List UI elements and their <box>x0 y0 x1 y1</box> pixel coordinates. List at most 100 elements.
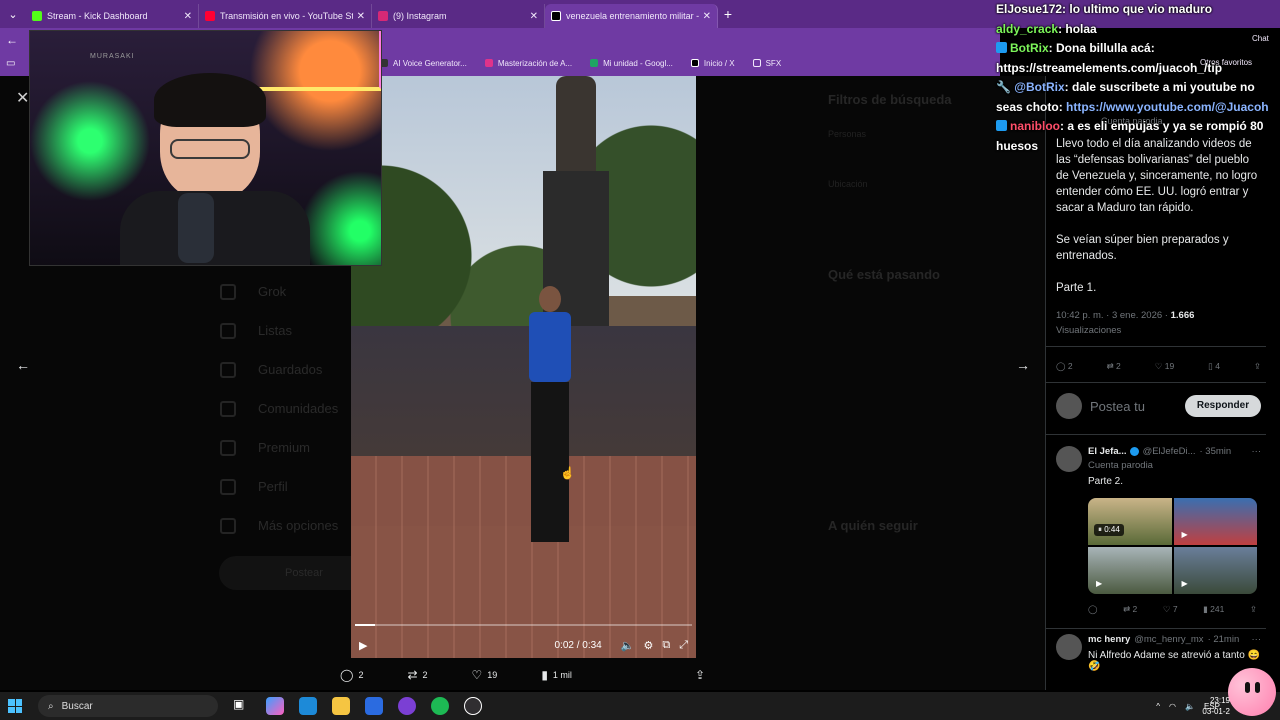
repost-action[interactable]: ⇄ 2 <box>1123 604 1137 615</box>
file-explorer-icon[interactable] <box>332 697 350 715</box>
divider <box>1046 434 1266 435</box>
discord-icon[interactable] <box>398 697 416 715</box>
tweet-timestamp[interactable]: 10:42 p. m. · 3 ene. 2026 · <box>1056 310 1171 321</box>
tab-kick[interactable]: Stream - Kick Dashboard ✕ <box>26 4 199 28</box>
settings-gear-icon[interactable]: ⚙ <box>643 639 653 652</box>
media-thumbnail[interactable]: ▶ <box>1173 498 1257 545</box>
fullscreen-icon[interactable]: ⤢ <box>679 639 688 652</box>
volume-icon[interactable]: 🔈 <box>1185 702 1195 711</box>
video-player[interactable]: ▶ 0:02 / 0:34 🔈 ⚙ ⧉ ⤢ <box>351 76 696 658</box>
comment-icon[interactable]: ◯ <box>1088 604 1098 615</box>
next-media-arrow-icon[interactable]: → <box>1016 357 1030 373</box>
repost-icon: ⇄ <box>407 668 418 682</box>
reply-input[interactable]: Postea tu <box>1090 399 1145 414</box>
play-icon: ▶ <box>1181 530 1188 539</box>
bookmark-folder[interactable]: SFX <box>752 59 781 68</box>
repost-action[interactable]: ⇄ 2 <box>1107 361 1121 372</box>
reply-button[interactable]: Responder <box>1185 395 1261 417</box>
more-options-icon[interactable]: ··· <box>1252 634 1262 645</box>
bookmark-item[interactable]: AI Voice Generator... <box>380 59 467 68</box>
instagram-icon <box>378 11 388 21</box>
bookmark-action[interactable]: ▯ 4 <box>1208 361 1220 372</box>
person-pants <box>531 382 569 542</box>
like-count: 7 <box>1172 604 1178 614</box>
repost-action[interactable]: ⇄ 2 <box>407 668 427 682</box>
chat-link[interactable]: https://www.youtube.com/@Juacoh <box>1066 100 1269 114</box>
like-count: 19 <box>487 670 498 680</box>
nav-premium[interactable]: Premium <box>220 428 338 467</box>
share-icon[interactable]: ⇪ <box>1254 361 1261 372</box>
nav-label: Comunidades <box>258 401 339 416</box>
picture-in-picture-icon[interactable]: ⧉ <box>662 639 670 652</box>
back-arrow-icon[interactable]: ← <box>6 33 18 47</box>
copilot-icon[interactable] <box>266 697 284 715</box>
list-icon <box>220 322 236 339</box>
divider <box>1046 382 1266 383</box>
heart-icon: ♡ <box>1154 360 1165 371</box>
obs-icon[interactable] <box>464 697 482 715</box>
nav-communities[interactable]: Comunidades <box>220 389 338 428</box>
store-icon[interactable] <box>365 697 383 715</box>
reply-author-name[interactable]: El Jefa... <box>1088 446 1127 457</box>
nav-profile[interactable]: Perfil <box>220 467 338 506</box>
reply-author-name[interactable]: mc henry <box>1088 634 1130 645</box>
bookmark-item[interactable]: Inicio / X <box>690 59 735 68</box>
share-action[interactable]: ⇪ <box>695 668 710 682</box>
views-action[interactable]: ▮ 1 mil <box>541 668 572 682</box>
like-action[interactable]: ♡ 7 <box>1163 604 1178 615</box>
nav-lists[interactable]: Listas <box>220 311 338 350</box>
task-view-icon[interactable]: ▣ <box>233 697 251 715</box>
wifi-icon[interactable]: ◠ <box>1169 702 1176 711</box>
sidebar-toggle-icon[interactable]: ▭ <box>6 58 15 69</box>
like-action[interactable]: ♡ 19 <box>472 668 498 682</box>
taskbar-search[interactable]: ⌕ Buscar <box>38 695 218 717</box>
media-thumbnail[interactable]: ⏸ 0:44 <box>1088 498 1172 545</box>
nav-grok[interactable]: Grok <box>220 272 338 311</box>
nav-bookmarks[interactable]: Guardados <box>220 350 338 389</box>
media-thumbnail[interactable]: ▶ <box>1088 547 1172 594</box>
tab-x-search[interactable]: venezuela entrenamiento militar - ✕ <box>545 4 718 28</box>
close-tab-icon[interactable]: ✕ <box>357 11 365 22</box>
tweet-paragraph: Parte 1. <box>1056 282 1097 294</box>
reply-action[interactable]: ◯ 2 <box>1056 361 1073 372</box>
video-progress-bar[interactable] <box>355 624 692 626</box>
views-chart-icon: ▮ <box>541 668 548 682</box>
tab-title: Stream - Kick Dashboard <box>47 11 148 21</box>
chat-text: : lo ultimo que vio maduro <box>1062 2 1213 16</box>
new-tab-button[interactable]: + <box>718 6 738 22</box>
tab-title: venezuela entrenamiento militar - <box>566 11 699 21</box>
views-action[interactable]: ▮ 241 <box>1203 604 1224 615</box>
chat-user: nanibloo <box>1010 119 1060 133</box>
tab-list-icon[interactable]: ⌄ <box>0 0 26 28</box>
play-icon[interactable]: ▶ <box>359 639 367 652</box>
bookmark-item[interactable]: Masterización de A... <box>484 59 572 68</box>
edge-icon[interactable] <box>299 697 317 715</box>
profile-icon <box>220 478 236 495</box>
volume-icon[interactable]: 🔈 <box>621 639 635 652</box>
reply-tweet[interactable]: mc henry @mc_henry_mx · 21min ··· Ni Alf… <box>1056 634 1261 672</box>
tab-youtube-studio[interactable]: Transmisión en vivo - YouTube Stu ✕ <box>199 4 372 28</box>
repost-count: 2 <box>1116 360 1121 371</box>
reply-action[interactable]: ◯ 2 <box>340 668 363 682</box>
more-options-icon[interactable]: ··· <box>1252 446 1262 457</box>
reply-media-grid[interactable]: ⏸ 0:44 ▶ ▶ ▶ <box>1088 498 1257 594</box>
close-media-icon[interactable]: ✕ <box>16 88 29 108</box>
taskbar-clock[interactable]: 23:19 03-01-2 <box>1202 695 1230 717</box>
streamer-glasses <box>170 139 250 159</box>
reply-tweet[interactable]: El Jefa... @ElJefeDi... · 35min ··· Cuen… <box>1056 446 1262 614</box>
media-thumbnail[interactable]: ▶ <box>1173 547 1257 594</box>
chevron-up-icon[interactable]: ^ <box>1156 702 1160 711</box>
close-tab-icon[interactable]: ✕ <box>530 11 538 22</box>
close-tab-icon[interactable]: ✕ <box>184 11 192 22</box>
tab-instagram[interactable]: (9) Instagram ✕ <box>372 4 545 28</box>
close-tab-icon[interactable]: ✕ <box>703 11 711 22</box>
spotify-icon[interactable] <box>431 697 449 715</box>
like-action[interactable]: ♡ 19 <box>1155 361 1174 372</box>
share-icon[interactable]: ⇪ <box>1250 604 1257 615</box>
windows-start-icon[interactable] <box>8 699 22 713</box>
bookmark-item[interactable]: Mi unidad - Googl... <box>590 59 673 68</box>
chat-text: : holaa <box>1058 21 1097 36</box>
nav-more[interactable]: Más opciones <box>220 506 338 545</box>
x-sidebar-nav: Grok Listas Guardados Comunidades Premiu… <box>220 272 338 545</box>
previous-media-arrow-icon[interactable]: ← <box>16 357 30 373</box>
